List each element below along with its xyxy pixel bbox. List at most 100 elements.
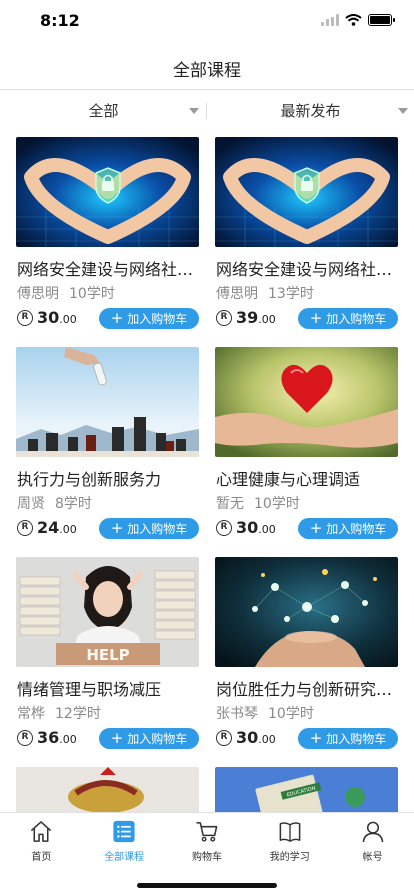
currency-icon: R xyxy=(17,730,33,746)
course-card[interactable]: 执行力与创新服务力 周贤 8学时 R 24.00 + 加入购物车 xyxy=(16,347,199,547)
caret-down-icon xyxy=(189,108,199,114)
tab-all-courses[interactable]: 全部课程 xyxy=(83,813,166,863)
tab-cart[interactable]: 购物车 xyxy=(166,813,249,863)
page-title: 全部课程 xyxy=(173,61,241,81)
currency-icon: R xyxy=(17,520,33,536)
course-meta: 傅思明 13学时 xyxy=(216,283,314,303)
add-to-cart-label: 加入购物车 xyxy=(127,522,188,536)
tab-label: 我的学习 xyxy=(269,852,310,863)
tab-account[interactable]: 帐号 xyxy=(331,813,414,863)
course-price: 36.00 xyxy=(37,728,77,747)
course-hours: 13学时 xyxy=(268,286,314,302)
add-to-cart-label: 加入购物车 xyxy=(127,312,188,326)
tab-label: 帐号 xyxy=(362,852,383,863)
add-to-cart-button[interactable]: + 加入购物车 xyxy=(298,308,398,329)
teacher-name: 傅思明 xyxy=(216,286,258,302)
plus-icon: + xyxy=(309,729,323,747)
caret-down-icon xyxy=(398,108,408,114)
status-icons xyxy=(321,14,395,26)
price-row: R 39.00 + 加入购物车 xyxy=(216,308,398,330)
course-thumbnail[interactable] xyxy=(16,137,199,247)
plus-icon: + xyxy=(110,519,124,537)
price-row: R 30.00 + 加入购物车 xyxy=(17,308,199,330)
course-title[interactable]: 网络安全建设与网络社会治理 xyxy=(17,256,199,280)
course-card[interactable]: 心理健康与心理调适 暂无 10学时 R 30.00 + 加入购物车 xyxy=(215,347,398,547)
course-meta: 常桦 12学时 xyxy=(17,703,101,723)
course-card[interactable]: EDUCATION xyxy=(215,767,398,877)
teacher-name: 张书琴 xyxy=(216,706,258,722)
add-to-cart-label: 加入购物车 xyxy=(326,732,387,746)
plus-icon: + xyxy=(309,309,323,327)
course-hours: 10学时 xyxy=(69,286,115,302)
course-hours: 8学时 xyxy=(55,496,92,512)
add-to-cart-label: 加入购物车 xyxy=(127,732,188,746)
signal-icon xyxy=(321,14,339,26)
course-title[interactable]: 网络安全建设与网络社会治理 xyxy=(216,256,398,280)
course-thumbnail[interactable]: HELP xyxy=(16,557,199,667)
add-to-cart-button[interactable]: + 加入购物车 xyxy=(298,728,398,749)
currency-icon: R xyxy=(17,310,33,326)
course-meta: 傅思明 10学时 xyxy=(17,283,115,303)
course-price: 24.00 xyxy=(37,518,77,537)
filter-bar: 全部 最新发布 xyxy=(0,91,414,131)
course-card[interactable]: HELP 情绪管理与职场减压 常桦 12学时 R 36.00 + 加入购物车 xyxy=(16,557,199,757)
course-card[interactable]: 岗位胜任力与创新研究实践 张书琴 10学时 R 30.00 + 加入购物车 xyxy=(215,557,398,757)
course-title[interactable]: 岗位胜任力与创新研究实践 xyxy=(216,676,398,700)
course-card[interactable]: 网络安全建设与网络社会治理 傅思明 13学时 R 39.00 +加入购物车 xyxy=(215,137,398,337)
svg-text:HELP: HELP xyxy=(86,646,129,664)
course-thumbnail[interactable] xyxy=(215,137,398,247)
currency-icon: R xyxy=(216,310,232,326)
tab-label: 首页 xyxy=(31,852,52,863)
tab-label: 购物车 xyxy=(191,852,222,863)
course-card[interactable] xyxy=(16,767,199,877)
course-price: 39.00 xyxy=(236,308,276,327)
add-to-cart-button[interactable]: + 加入购物车 xyxy=(99,308,199,329)
tab-home[interactable]: 首页 xyxy=(0,813,83,863)
category-filter-label: 全部 xyxy=(88,102,119,120)
course-thumbnail[interactable] xyxy=(215,347,398,457)
course-meta: 暂无 10学时 xyxy=(216,493,300,513)
add-to-cart-label: 加入购物车 xyxy=(326,312,387,326)
cart-icon xyxy=(196,822,218,842)
book-icon xyxy=(279,822,301,842)
price-row: R 24.00 + 加入购物车 xyxy=(17,518,199,540)
course-title[interactable]: 心理健康与心理调适 xyxy=(216,466,398,490)
add-to-cart-button[interactable]: + 加入购物车 xyxy=(99,728,199,749)
currency-icon: R xyxy=(216,520,232,536)
add-to-cart-button[interactable]: + 加入购物车 xyxy=(298,518,398,539)
course-title[interactable]: 执行力与创新服务力 xyxy=(17,466,199,490)
status-bar: 8:12 xyxy=(0,0,414,44)
category-filter[interactable]: 全部 xyxy=(0,91,207,131)
price-row: R 30.00 + 加入购物车 xyxy=(216,518,398,540)
course-hours: 10学时 xyxy=(268,706,314,722)
plus-icon: + xyxy=(110,729,124,747)
tab-bar: 首页 全部课程 购物车 我的学习 帐号 xyxy=(0,812,414,896)
course-meta: 张书琴 10学时 xyxy=(216,703,314,723)
currency-icon: R xyxy=(216,730,232,746)
course-price: 30.00 xyxy=(236,518,276,537)
course-price: 30.00 xyxy=(37,308,77,327)
price-row: R 36.00 + 加入购物车 xyxy=(17,728,199,750)
plus-icon: + xyxy=(309,519,323,537)
sort-filter-label: 最新发布 xyxy=(280,102,341,120)
sort-filter[interactable]: 最新发布 xyxy=(207,91,414,131)
battery-icon xyxy=(368,14,395,26)
home-icon xyxy=(31,821,52,842)
tab-my-learning[interactable]: 我的学习 xyxy=(248,813,331,863)
price-row: R 30.00 + 加入购物车 xyxy=(216,728,398,750)
course-thumbnail[interactable] xyxy=(16,347,199,457)
wifi-icon xyxy=(345,14,362,26)
tab-label: 全部课程 xyxy=(104,852,145,863)
teacher-name: 傅思明 xyxy=(17,286,59,302)
nav-bar: 全部课程 xyxy=(0,44,414,90)
status-time: 8:12 xyxy=(40,11,80,30)
course-thumbnail[interactable] xyxy=(215,557,398,667)
course-hours: 10学时 xyxy=(254,496,300,512)
teacher-name: 常桦 xyxy=(17,706,45,722)
teacher-name: 暂无 xyxy=(216,496,244,512)
course-title[interactable]: 情绪管理与职场减压 xyxy=(17,676,199,700)
list-icon xyxy=(113,820,135,843)
course-meta: 周贤 8学时 xyxy=(17,493,92,513)
add-to-cart-button[interactable]: + 加入购物车 xyxy=(99,518,199,539)
course-card[interactable]: 网络安全建设与网络社会治理 傅思明 10学时 R 30.00 +加入购物车 xyxy=(16,137,199,337)
